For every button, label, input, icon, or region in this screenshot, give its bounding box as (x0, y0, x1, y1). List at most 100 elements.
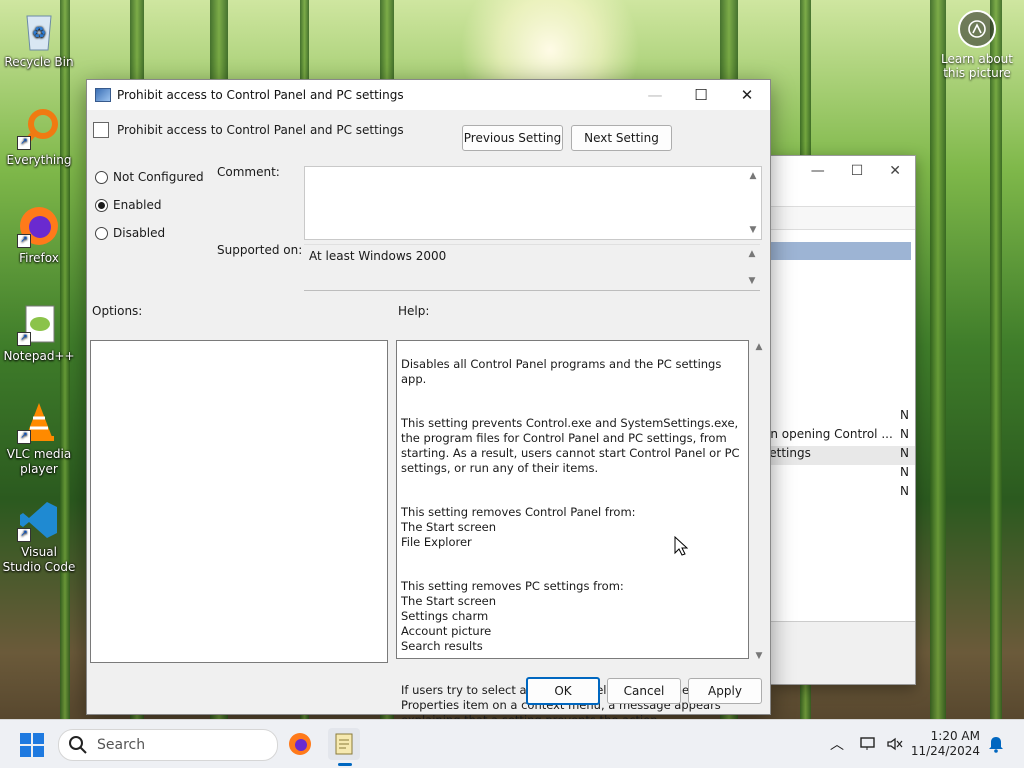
desktop-icon-firefox[interactable]: ↗ Firefox (1, 204, 77, 265)
background-titlebar: — ☐ ✕ (771, 156, 915, 186)
clock-date: 11/24/2024 (910, 744, 980, 758)
scroll-down-icon[interactable]: ▼ (744, 274, 760, 288)
background-window[interactable]: — ☐ ✕ N en opening Control ... N setting… (763, 155, 916, 685)
desktop-icon-everything[interactable]: ↗ Everything (1, 106, 77, 167)
magnifier-icon: ↗ (17, 106, 61, 150)
close-icon[interactable]: ✕ (889, 163, 901, 179)
windows-logo-icon (20, 733, 31, 744)
radio-disabled[interactable]: Disabled (95, 226, 165, 240)
apply-button[interactable]: Apply (688, 678, 762, 704)
comment-scrollbar[interactable]: ▲ ▼ (745, 167, 761, 239)
scroll-up-icon[interactable]: ▲ (744, 247, 760, 261)
taskbar-firefox[interactable] (284, 728, 316, 760)
desktop-icon-vscode[interactable]: ↗ Visual Studio Code (1, 498, 77, 575)
help-scrollbar[interactable]: ▲ ▼ (751, 340, 767, 663)
radio-label: Not Configured (113, 170, 204, 184)
policy-setting-dialog: Prohibit access to Control Panel and PC … (86, 79, 771, 727)
learn-label: Learn about this picture (941, 52, 1013, 80)
help-paragraph: This setting prevents Control.exe and Sy… (401, 416, 740, 475)
list-item[interactable]: N (771, 484, 915, 503)
tray-network[interactable] (860, 720, 878, 768)
desktop-icon-vlc[interactable]: ↗ VLC media player (1, 400, 77, 477)
maximize-button[interactable]: ☐ (678, 80, 724, 110)
help-paragraph: Disables all Control Panel programs and … (401, 357, 722, 386)
maximize-icon: ☐ (694, 86, 708, 104)
row-state: N (900, 484, 909, 498)
notification-bell-icon (989, 737, 1003, 753)
taskbar-group-policy[interactable] (328, 728, 360, 766)
shortcut-arrow-icon: ↗ (17, 332, 31, 346)
camera-info-icon (958, 10, 996, 48)
policy-name: Prohibit access to Control Panel and PC … (117, 123, 404, 137)
firefox-icon (289, 733, 311, 755)
list-item[interactable]: settings N (763, 446, 915, 465)
search-placeholder: Search (97, 737, 146, 753)
list-item[interactable]: s N (763, 465, 915, 484)
firefox-icon: ↗ (17, 204, 61, 248)
desktop-icon-label: Firefox (19, 251, 59, 265)
supported-on-label: Supported on: (217, 243, 303, 257)
radio-enabled[interactable]: Enabled (95, 198, 162, 212)
selected-row[interactable] (771, 242, 911, 260)
ok-button[interactable]: OK (526, 677, 600, 705)
row-text: en opening Control ... (763, 427, 893, 441)
desktop-icon-label: Notepad++ (3, 349, 75, 363)
scroll-down-icon[interactable]: ▼ (751, 651, 767, 661)
search-icon (69, 736, 87, 754)
mouse-cursor-icon (674, 536, 688, 556)
active-indicator (338, 763, 352, 766)
next-setting-button[interactable]: Next Setting (571, 125, 672, 151)
tray-volume[interactable] (886, 720, 904, 768)
supported-on-field: At least Windows 2000 ▲ ▼ (304, 244, 760, 291)
options-label: Options: (92, 304, 143, 318)
supported-scrollbar[interactable]: ▲ ▼ (744, 245, 760, 290)
learn-about-picture[interactable]: Learn about this picture (938, 10, 1016, 80)
shortcut-arrow-icon: ↗ (17, 430, 31, 444)
scroll-up-icon[interactable]: ▲ (745, 169, 761, 183)
help-label: Help: (398, 304, 430, 318)
shortcut-arrow-icon: ↗ (17, 528, 31, 542)
dialog-titlebar: Prohibit access to Control Panel and PC … (87, 80, 770, 110)
cancel-button[interactable]: Cancel (607, 678, 681, 704)
notepad-policy-icon (335, 733, 353, 755)
desktop-icon-label: Recycle Bin (4, 55, 74, 69)
maximize-icon[interactable]: ☐ (851, 163, 864, 179)
radio-button-icon (95, 226, 108, 240)
comment-label: Comment: (217, 165, 280, 179)
desktop-icon-label: VLC media player (6, 447, 72, 476)
minimize-icon: — (647, 86, 663, 104)
taskbar-clock[interactable]: 1:20 AM 11/24/2024 (911, 729, 980, 759)
row-state: N (900, 446, 909, 460)
minimize-button[interactable]: — (632, 80, 678, 110)
vlc-cone-icon: ↗ (17, 400, 61, 444)
shortcut-arrow-icon: ↗ (17, 234, 31, 248)
recycle-bin-icon: ♻ (17, 8, 61, 52)
tray-overflow[interactable]: ︿ (830, 720, 844, 768)
tray-notifications[interactable] (988, 720, 1004, 768)
desktop-icon-notepadpp[interactable]: ↗ Notepad++ (1, 302, 77, 363)
list-item[interactable]: en opening Control ... N (763, 427, 915, 446)
minimize-icon[interactable]: — (811, 163, 825, 179)
taskbar: Search ︿ 1:20 AM 11/24/2024 (0, 719, 1024, 768)
scroll-down-icon[interactable]: ▼ (745, 223, 761, 237)
radio-label: Enabled (113, 198, 162, 212)
previous-setting-button[interactable]: Previous Setting (462, 125, 563, 151)
scroll-up-icon[interactable]: ▲ (751, 342, 767, 352)
clock-time: 1:20 AM (930, 729, 980, 743)
start-button[interactable] (20, 733, 44, 757)
toolbar-strip (771, 206, 915, 230)
desktop-icon-recycle-bin[interactable]: ♻ Recycle Bin (1, 8, 77, 69)
help-paragraph: This setting removes PC settings from: T… (401, 579, 624, 653)
close-button[interactable]: ✕ (724, 80, 770, 110)
desktop-icon-label: Everything (6, 153, 72, 167)
desktop-icon-label: Visual Studio Code (2, 545, 76, 574)
svg-text:♻: ♻ (32, 23, 46, 42)
taskbar-search[interactable]: Search (58, 729, 278, 761)
notepadpp-icon: ↗ (17, 302, 61, 346)
options-panel (90, 340, 388, 663)
list-item[interactable]: N (771, 408, 915, 427)
comment-field[interactable]: ▲ ▼ (304, 166, 762, 240)
policy-setting-icon (93, 122, 109, 138)
radio-label: Disabled (113, 226, 166, 240)
radio-not-configured[interactable]: Not Configured (95, 170, 204, 184)
